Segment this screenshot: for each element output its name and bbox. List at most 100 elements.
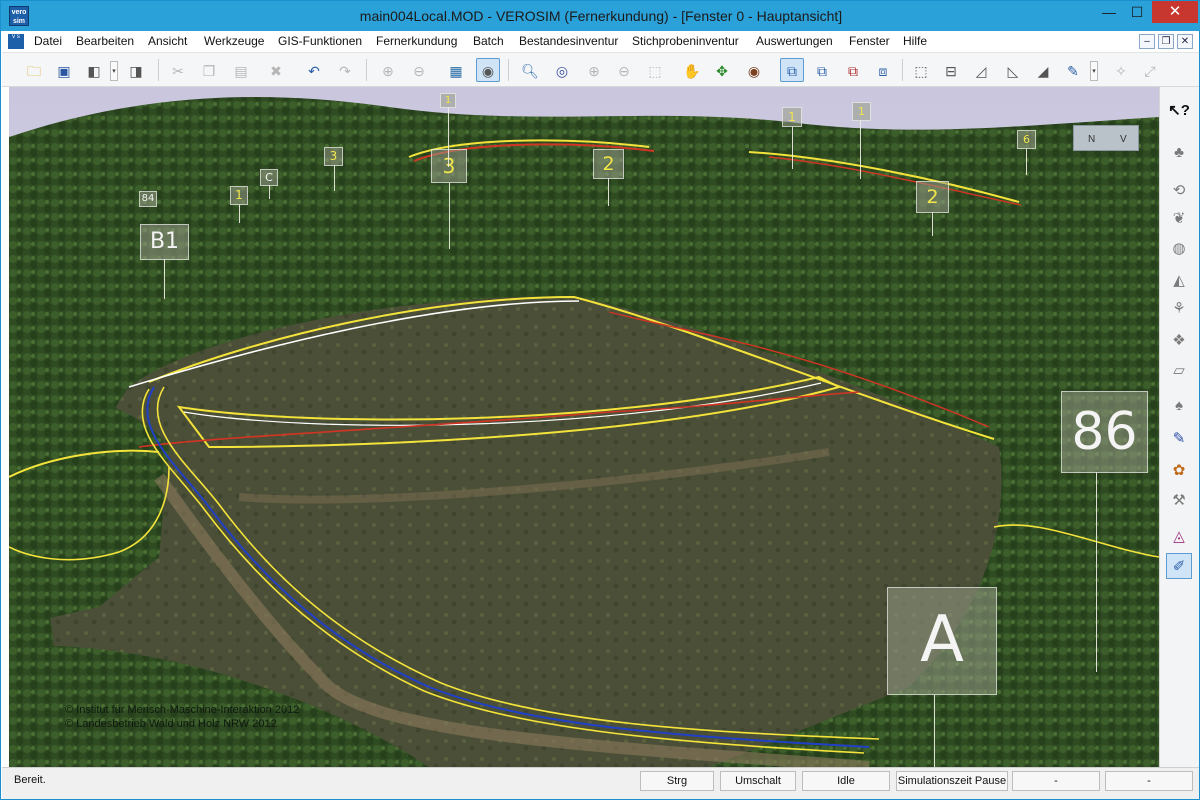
- stand-label-3[interactable]: 3: [431, 149, 467, 183]
- menu-stichprobeninventur[interactable]: Stichprobeninventur: [632, 34, 739, 48]
- layers-icon[interactable]: ⟲: [1166, 177, 1192, 203]
- shape-icon[interactable]: ◬: [1166, 523, 1192, 549]
- measure-tree-icon[interactable]: ♠: [1166, 392, 1192, 418]
- globe-icon[interactable]: ◍: [1166, 235, 1192, 261]
- menu-fernerkundung[interactable]: Fernerkundung: [376, 34, 457, 48]
- toolbar-separator: [508, 59, 509, 81]
- open-folder-icon[interactable]: 🗀: [22, 58, 46, 82]
- label-pole: [1096, 472, 1097, 672]
- save-icon[interactable]: ▣: [52, 58, 76, 82]
- cube-view-icon[interactable]: ◨: [124, 58, 148, 82]
- title-bar[interactable]: vero sim main004Local.MOD - VEROSIM (Fer…: [1, 1, 1200, 31]
- select-a-icon[interactable]: ⧉: [780, 58, 804, 82]
- zoom-in-icon[interactable]: ⊕: [582, 58, 606, 82]
- target-icon[interactable]: ◉: [742, 58, 766, 82]
- zoom-out-icon[interactable]: ⊖: [612, 58, 636, 82]
- menu-auswertungen[interactable]: Auswertungen: [756, 34, 833, 48]
- stand-label-1[interactable]: 1: [440, 93, 456, 108]
- menu-datei[interactable]: Datei: [34, 34, 62, 48]
- stand-label-3[interactable]: 3: [324, 147, 343, 166]
- select-b-icon[interactable]: ⧉: [810, 58, 834, 82]
- toolbar-separator: [158, 59, 159, 81]
- brush-active-icon[interactable]: ✐: [1166, 553, 1192, 579]
- frame-a-icon[interactable]: ⬚: [909, 58, 933, 82]
- pen-icon[interactable]: ✎: [1166, 425, 1192, 451]
- maximize-button[interactable]: ☐: [1123, 1, 1151, 23]
- menu-ansicht[interactable]: Ansicht: [148, 34, 187, 48]
- menu-fenster[interactable]: Fenster: [849, 34, 890, 48]
- stand-label-86[interactable]: 86: [1061, 391, 1148, 473]
- zoom-icon[interactable]: 🔍︎: [518, 58, 542, 82]
- status-panel-value-2: -: [1105, 771, 1193, 791]
- help-pointer-icon[interactable]: ↖?: [1166, 97, 1192, 123]
- remove-icon[interactable]: ⊖: [407, 58, 431, 82]
- settings-a-icon[interactable]: ✧: [1109, 58, 1133, 82]
- toolbar-separator: [902, 59, 903, 81]
- menu-batch[interactable]: Batch: [473, 34, 504, 48]
- select-c-icon[interactable]: ⧉: [841, 58, 865, 82]
- add-icon[interactable]: ⊕: [376, 58, 400, 82]
- tool-icon[interactable]: ⚒: [1166, 487, 1192, 513]
- status-text: Bereit.: [14, 774, 46, 786]
- cut-icon[interactable]: ✂: [166, 58, 190, 82]
- redo-icon[interactable]: ↷: [333, 58, 357, 82]
- menu-werkzeuge[interactable]: Werkzeuge: [204, 34, 264, 48]
- frame-c-icon[interactable]: ◿: [969, 58, 993, 82]
- menu-bestandesinventur[interactable]: Bestandesinventur: [519, 34, 618, 48]
- stand-label-2[interactable]: 2: [593, 149, 624, 179]
- frame-e-icon[interactable]: ◢: [1031, 58, 1055, 82]
- label-pole: [164, 259, 165, 299]
- close-button[interactable]: ✕: [1152, 1, 1198, 23]
- label-pole: [449, 183, 450, 249]
- navigation-compass[interactable]: N V: [1073, 125, 1139, 151]
- select-d-icon[interactable]: ⧈: [871, 58, 895, 82]
- main-toolbar: 🗀 ▣ ◧ ▾ ◨ ✂ ❐ ▤ ✖ ↶ ↷ ⊕ ⊖ ▦ ◉ 🔍︎ ◎ ⊕ ⊖ ⬚…: [2, 53, 1199, 87]
- status-panel-simulation: Simulationszeit Pause: [896, 771, 1008, 791]
- mdi-restore-button[interactable]: ❐: [1158, 34, 1174, 49]
- camera-fly-icon[interactable]: ◉: [476, 58, 500, 82]
- toolbar-dropdown[interactable]: ▾: [1090, 61, 1098, 81]
- 3d-viewport[interactable]: 86 A B1 84 C 1 3 3 2 2 1 1 1 6 N V © Ins…: [9, 87, 1159, 767]
- undo-icon[interactable]: ↶: [302, 58, 326, 82]
- map-icon[interactable]: ▦: [444, 58, 468, 82]
- delete-icon[interactable]: ✖: [264, 58, 288, 82]
- stand-label-1[interactable]: 1: [852, 102, 871, 121]
- mdi-minimize-button[interactable]: –: [1139, 34, 1155, 49]
- frame-b-icon[interactable]: ⊟: [939, 58, 963, 82]
- stand-label-c[interactable]: C: [260, 169, 278, 186]
- measure-icon[interactable]: ✎: [1061, 58, 1085, 82]
- rotate-eye-icon[interactable]: ◎: [550, 58, 574, 82]
- mdi-close-button[interactable]: ✕: [1177, 34, 1193, 49]
- menu-hilfe[interactable]: Hilfe: [903, 34, 927, 48]
- settings-b-icon[interactable]: ⤢: [1138, 58, 1162, 82]
- box-icon[interactable]: ◧: [82, 58, 106, 82]
- branch-icon[interactable]: ⚘: [1166, 295, 1192, 321]
- stand-label-2[interactable]: 2: [916, 181, 949, 213]
- frame-d-icon[interactable]: ◺: [1001, 58, 1025, 82]
- stand-label-b1[interactable]: B1: [140, 224, 189, 260]
- menu-gis-funktionen[interactable]: GIS-Funktionen: [278, 34, 362, 48]
- leaf-icon[interactable]: ❦: [1166, 205, 1192, 231]
- view-drop-icon[interactable]: ▾: [110, 61, 118, 81]
- stand-label-1[interactable]: 1: [782, 107, 802, 127]
- compass-v: V: [1120, 134, 1127, 145]
- chart-icon[interactable]: ◭: [1166, 267, 1192, 293]
- copy-icon[interactable]: ❐: [197, 58, 221, 82]
- list-icon[interactable]: ▱: [1166, 357, 1192, 383]
- stand-label-a[interactable]: A: [887, 587, 997, 695]
- paste-icon[interactable]: ▤: [229, 58, 253, 82]
- label-pole: [269, 185, 270, 199]
- menu-bearbeiten[interactable]: Bearbeiten: [76, 34, 134, 48]
- stack-icon[interactable]: ❖: [1166, 327, 1192, 353]
- palette-icon[interactable]: ✿: [1166, 457, 1192, 483]
- zoom-box-icon[interactable]: ⬚: [643, 58, 667, 82]
- tree-icon[interactable]: ♣: [1166, 139, 1192, 165]
- stand-label-6[interactable]: 6: [1017, 130, 1036, 149]
- pan-hand-icon[interactable]: ✋: [680, 58, 704, 82]
- stand-label-84[interactable]: 84: [139, 191, 157, 207]
- document-icon[interactable]: v s: [8, 34, 24, 49]
- stand-label-1[interactable]: 1: [230, 186, 248, 205]
- orbit-icon[interactable]: ✥: [710, 58, 734, 82]
- minimize-button[interactable]: —: [1095, 1, 1123, 23]
- label-pole: [334, 165, 335, 191]
